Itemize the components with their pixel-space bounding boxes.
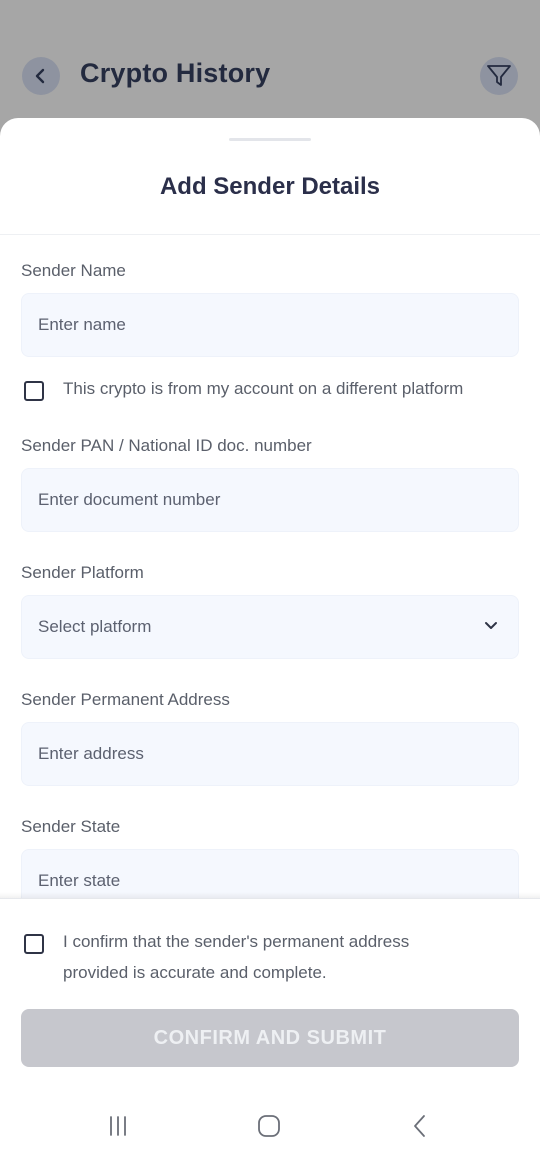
sender-name-input[interactable]: Enter name [21,293,519,357]
add-sender-sheet: Add Sender Details Sender Name Enter nam… [0,118,540,1157]
filter-button[interactable] [480,57,518,95]
divider [0,234,540,235]
sender-pan-input[interactable]: Enter document number [21,468,519,532]
sheet-footer: I confirm that the sender's permanent ad… [0,898,540,1157]
sender-address-placeholder: Enter address [38,744,144,763]
sender-platform-label: Sender Platform [21,563,144,582]
sender-pan-label: Sender PAN / National ID doc. number [21,436,312,455]
back-button[interactable] [22,57,60,95]
home-icon [258,1115,280,1137]
sender-pan-placeholder: Enter document number [38,490,221,509]
app-bar: Crypto History [0,0,540,130]
chevron-down-icon [485,622,497,629]
back-icon [414,1115,425,1137]
filter-icon [487,65,511,86]
confirm-address-line-1: I confirm that the sender's permanent ad… [63,932,410,951]
recents-button[interactable] [98,1106,138,1146]
sender-platform-select[interactable]: Select platform [21,595,519,659]
confirm-address-checkbox[interactable] [24,934,44,954]
sender-address-label: Sender Permanent Address [21,690,230,709]
chevron-left-icon [35,68,45,84]
recents-icon [110,1116,126,1136]
system-navigation-bar [0,1096,540,1157]
confirm-and-submit-button[interactable]: CONFIRM AND SUBMIT [21,1009,519,1067]
page-title: Crypto History [80,58,271,88]
home-button[interactable] [249,1106,289,1146]
sender-name-placeholder: Enter name [38,315,126,334]
system-back-button[interactable] [400,1106,440,1146]
different-platform-checkbox[interactable] [24,381,44,401]
sheet-grabber[interactable] [229,138,311,141]
sender-state-placeholder: Enter state [38,871,121,890]
sender-platform-placeholder: Select platform [38,617,152,636]
sender-state-label: Sender State [21,817,121,836]
confirm-address-line-2: provided is accurate and complete. [63,963,327,982]
sender-address-input[interactable]: Enter address [21,722,519,786]
confirm-address-label[interactable]: I confirm that the sender's permanent ad… [63,926,409,988]
different-platform-label[interactable]: This crypto is from my account on a diff… [63,373,463,404]
sender-name-label: Sender Name [21,261,126,280]
sheet-title: Add Sender Details [159,173,381,200]
